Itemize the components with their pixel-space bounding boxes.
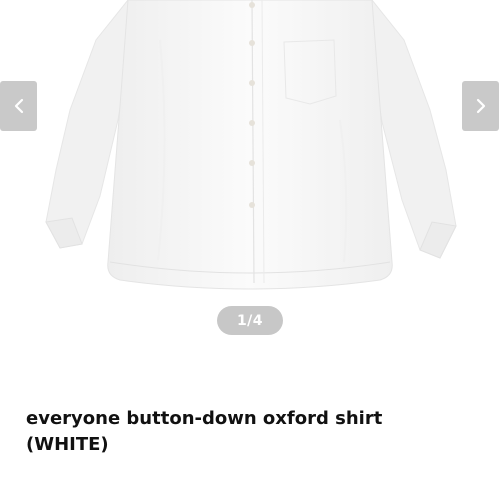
image-page-indicator: 1/4 [217,306,283,335]
product-title-line-2: (WHITE) [26,434,109,455]
product-title: everyone button-down oxford shirt (WHITE… [26,406,486,458]
product-image-carousel[interactable]: 1/4 [0,0,500,350]
product-title-line-1: everyone button-down oxford shirt [26,408,383,429]
chevron-left-icon [14,98,23,114]
next-image-button[interactable] [462,81,499,131]
chevron-right-icon [476,98,485,114]
product-image [45,0,457,290]
previous-image-button[interactable] [0,81,37,131]
